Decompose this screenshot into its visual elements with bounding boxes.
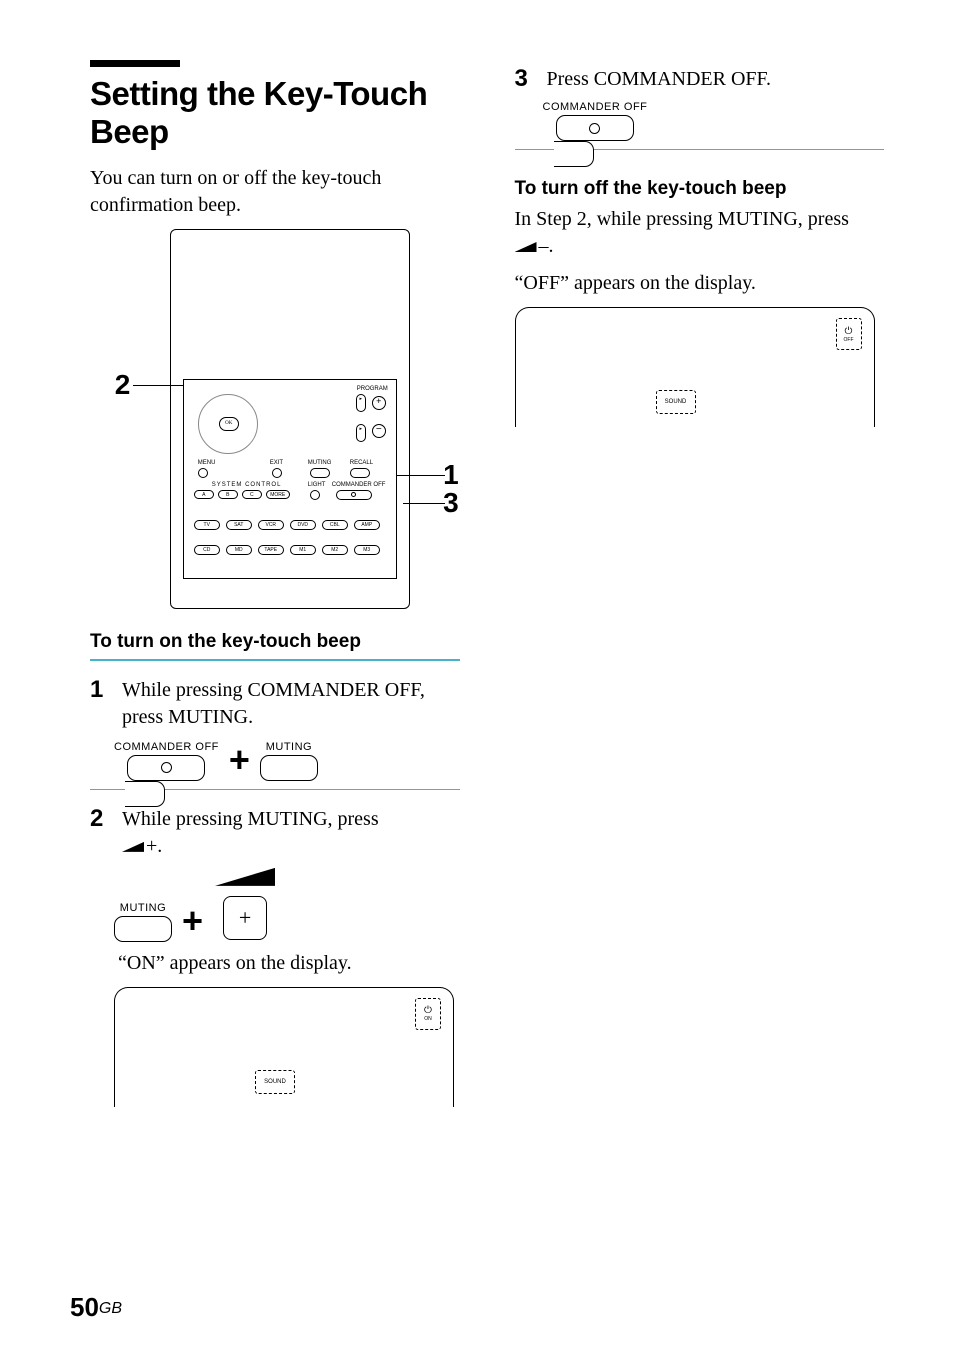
sound-label: SOUND <box>656 390 696 414</box>
ok-button: OK <box>219 417 239 431</box>
step-one: 1 While pressing COMMANDER OFF, press MU… <box>90 677 460 731</box>
off-text-b: –. <box>539 235 554 257</box>
off-text-c: “OFF” appears on the display. <box>515 270 885 297</box>
step-two-illus: MUTING + + <box>114 868 460 942</box>
menu-label: MENU <box>198 460 216 466</box>
volume-wedge-icon <box>515 242 537 252</box>
page-number: 50GB <box>70 1292 122 1323</box>
step-two-text-a: While pressing MUTING, press <box>122 808 379 830</box>
step-two-num: 2 <box>90 806 112 860</box>
plus-icon: + <box>182 900 203 942</box>
step-two: 2 While pressing MUTING, press +. <box>90 806 460 860</box>
program-label: PROGRAM <box>357 386 388 392</box>
step-two-text-b: +. <box>146 835 162 857</box>
volume-wedge-icon <box>122 842 144 852</box>
recall-label: RECALL <box>350 460 373 466</box>
step-three-text: Press COMMANDER OFF. <box>547 66 885 93</box>
step-three-num: 3 <box>515 66 537 93</box>
step-three-illus: COMMANDER OFF <box>543 101 885 141</box>
turn-off-heading: To turn off the key-touch beep <box>515 178 885 200</box>
light-label: LIGHT <box>308 482 326 488</box>
exit-label: EXIT <box>270 460 283 466</box>
turn-on-heading: To turn on the key-touch beep <box>90 631 460 653</box>
title-bar <box>90 60 180 67</box>
commander-off-button-illus: COMMANDER OFF <box>114 741 219 781</box>
volume-plus-illus: + <box>213 868 283 942</box>
callout-three: 3 <box>443 487 459 519</box>
display-off: ⏻ OFF SOUND <box>515 307 875 427</box>
power-icon: ⏻ OFF <box>836 318 862 350</box>
callout-two: 2 <box>115 369 131 401</box>
main-heading: Setting the Key-Touch Beep <box>90 75 460 151</box>
cmdoff-label: COMMANDER OFF <box>332 482 386 488</box>
muting-button-illus: MUTING <box>260 741 318 781</box>
step-three: 3 Press COMMANDER OFF. <box>515 66 885 93</box>
off-text-a: In Step 2, while pressing MUTING, press <box>515 208 849 230</box>
step-one-illus: COMMANDER OFF + MUTING <box>114 739 460 781</box>
system-label: SYSTEM CONTROL <box>212 482 282 488</box>
left-column: Setting the Key-Touch Beep You can turn … <box>90 60 460 1107</box>
intro-text: You can turn on or off the key-touch con… <box>90 165 460 219</box>
right-column: 3 Press COMMANDER OFF. COMMANDER OFF To … <box>515 60 885 1107</box>
on-appears: “ON” appears on the display. <box>118 950 460 977</box>
muting-button-illus-b: MUTING <box>114 902 172 942</box>
remote-diagram: OK MENU EXIT MUTING RECALL PROGRAM + − ▸… <box>115 229 435 609</box>
divider <box>90 659 460 661</box>
step-one-num: 1 <box>90 677 112 731</box>
plus-icon: + <box>229 739 250 781</box>
sound-label: SOUND <box>255 1070 295 1094</box>
power-icon: ⏻ ON <box>415 998 441 1030</box>
step-one-text: While pressing COMMANDER OFF, press MUTI… <box>122 677 460 731</box>
display-on: ⏻ ON SOUND <box>114 987 454 1107</box>
commander-off-button-illus-b: COMMANDER OFF <box>543 101 648 141</box>
muting-label: MUTING <box>308 460 332 466</box>
